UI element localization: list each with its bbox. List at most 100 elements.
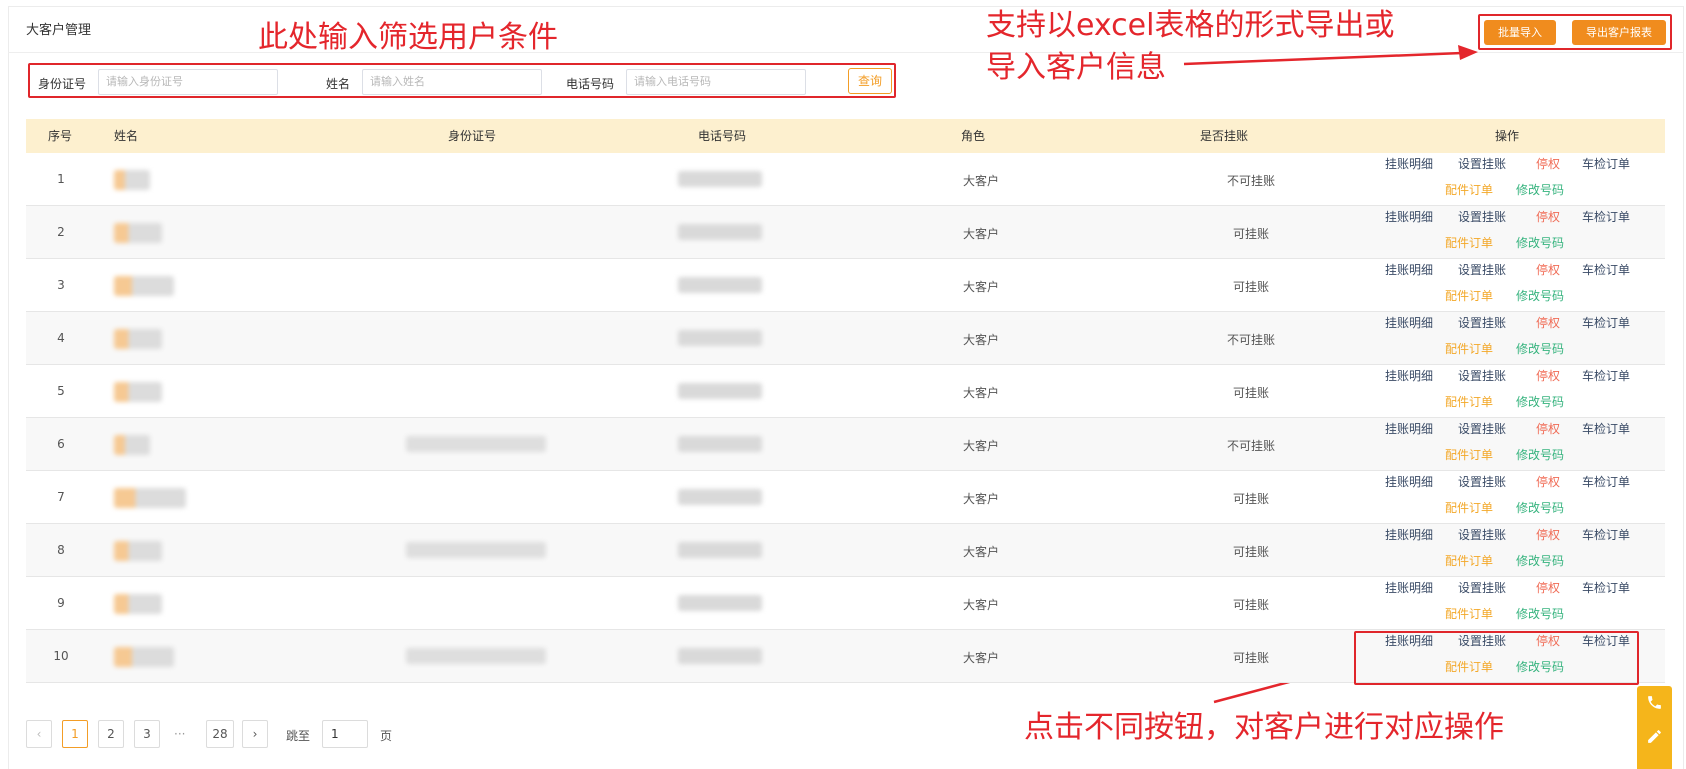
- header-credit: 是否挂账: [1200, 129, 1249, 143]
- credit-detail-link[interactable]: 挂账明细: [1385, 367, 1433, 384]
- suspend-link[interactable]: 停权: [1536, 579, 1560, 596]
- inspection-orders-link[interactable]: 车检订单: [1582, 579, 1630, 596]
- header-id-no: 身份证号: [448, 129, 497, 143]
- credit-status-cell: 可挂账: [1232, 280, 1269, 294]
- customer-name-redacted: [114, 223, 162, 243]
- export-report-button[interactable]: 导出客户报表: [1572, 20, 1666, 45]
- inspection-orders-link[interactable]: 车检订单: [1582, 473, 1630, 490]
- credit-detail-link[interactable]: 挂账明细: [1385, 261, 1433, 278]
- set-credit-link[interactable]: 设置挂账: [1458, 473, 1506, 490]
- set-credit-link[interactable]: 设置挂账: [1458, 526, 1506, 543]
- credit-status-cell: 可挂账: [1232, 545, 1269, 559]
- parts-orders-link[interactable]: 配件订单: [1445, 181, 1493, 198]
- change-phone-link[interactable]: 修改号码: [1516, 340, 1564, 357]
- inspection-orders-link[interactable]: 车检订单: [1582, 420, 1630, 437]
- filter-annotation: 此处输入筛选用户条件: [258, 20, 558, 55]
- export-annotation-line1: 支持以excel表格的形式导出或: [986, 8, 1395, 43]
- credit-detail-link[interactable]: 挂账明细: [1385, 208, 1433, 225]
- credit-detail-link[interactable]: 挂账明细: [1385, 579, 1433, 596]
- suspend-link[interactable]: 停权: [1536, 208, 1560, 225]
- phone-number-redacted: [678, 171, 762, 187]
- set-credit-link[interactable]: 设置挂账: [1458, 420, 1506, 437]
- phone-number-redacted: [678, 224, 762, 240]
- id-number-redacted: [406, 648, 546, 664]
- parts-orders-link[interactable]: 配件订单: [1445, 234, 1493, 251]
- phone-icon[interactable]: [1646, 694, 1663, 711]
- edit-icon[interactable]: [1646, 728, 1663, 745]
- credit-detail-link[interactable]: 挂账明细: [1385, 473, 1433, 490]
- parts-orders-link[interactable]: 配件订单: [1445, 552, 1493, 569]
- credit-detail-link[interactable]: 挂账明细: [1385, 314, 1433, 331]
- set-credit-link[interactable]: 设置挂账: [1458, 261, 1506, 278]
- inspection-orders-link[interactable]: 车检订单: [1582, 261, 1630, 278]
- parts-orders-link[interactable]: 配件订单: [1445, 287, 1493, 304]
- header-name: 姓名: [114, 129, 139, 143]
- credit-status-cell: 可挂账: [1232, 651, 1269, 665]
- parts-orders-link[interactable]: 配件订单: [1445, 446, 1493, 463]
- set-credit-link[interactable]: 设置挂账: [1458, 314, 1506, 331]
- change-phone-link[interactable]: 修改号码: [1516, 181, 1564, 198]
- inspection-orders-link[interactable]: 车检订单: [1582, 526, 1630, 543]
- header-phone: 电话号码: [698, 129, 747, 143]
- phone-input[interactable]: 请输入电话号码: [626, 69, 806, 95]
- credit-detail-link[interactable]: 挂账明细: [1385, 420, 1433, 437]
- suspend-link[interactable]: 停权: [1536, 526, 1560, 543]
- name-label: 姓名: [326, 77, 351, 91]
- change-phone-link[interactable]: 修改号码: [1516, 446, 1564, 463]
- inspection-orders-link[interactable]: 车检订单: [1582, 208, 1630, 225]
- inspection-orders-link[interactable]: 车检订单: [1582, 314, 1630, 331]
- suspend-link[interactable]: 停权: [1536, 420, 1560, 437]
- change-phone-link[interactable]: 修改号码: [1516, 287, 1564, 304]
- suspend-link[interactable]: 停权: [1536, 473, 1560, 490]
- customer-name-redacted: [114, 594, 162, 614]
- change-phone-link[interactable]: 修改号码: [1516, 605, 1564, 622]
- parts-orders-link[interactable]: 配件订单: [1445, 340, 1493, 357]
- page-1-button[interactable]: 1: [62, 720, 88, 748]
- customer-name-redacted: [114, 541, 162, 561]
- query-button[interactable]: 查询: [848, 68, 892, 94]
- id-number-redacted: [406, 436, 546, 452]
- credit-detail-link[interactable]: 挂账明细: [1385, 155, 1433, 172]
- table-row: 5 大客户 可挂账 挂账明细 设置挂账 停权 车检订单 配件订单 修改号码: [26, 365, 1665, 418]
- set-credit-link[interactable]: 设置挂账: [1458, 155, 1506, 172]
- header-index: 序号: [48, 129, 73, 143]
- actions-highlight-box: [1354, 631, 1639, 685]
- suspend-link[interactable]: 停权: [1536, 261, 1560, 278]
- id-input[interactable]: 请输入身份证号: [98, 69, 278, 95]
- credit-detail-link[interactable]: 挂账明细: [1385, 526, 1433, 543]
- customer-table: 序号 姓名 身份证号 电话号码 角色 是否挂账 操作 1 大客户 不可挂账 挂账…: [26, 119, 1665, 683]
- header-role: 角色: [961, 129, 986, 143]
- suspend-link[interactable]: 停权: [1536, 314, 1560, 331]
- page-3-button[interactable]: 3: [134, 720, 160, 748]
- page-28-button[interactable]: 28: [206, 720, 234, 748]
- page-2-button[interactable]: 2: [98, 720, 124, 748]
- parts-orders-link[interactable]: 配件订单: [1445, 393, 1493, 410]
- change-phone-link[interactable]: 修改号码: [1516, 234, 1564, 251]
- role-cell: 大客户: [962, 174, 999, 188]
- name-input[interactable]: 请输入姓名: [362, 69, 542, 95]
- next-page-button[interactable]: ›: [242, 720, 268, 748]
- set-credit-link[interactable]: 设置挂账: [1458, 579, 1506, 596]
- change-phone-link[interactable]: 修改号码: [1516, 552, 1564, 569]
- chevron-right-icon: ›: [252, 727, 258, 741]
- suspend-link[interactable]: 停权: [1536, 367, 1560, 384]
- suspend-link[interactable]: 停权: [1536, 155, 1560, 172]
- id-label: 身份证号: [38, 77, 87, 91]
- table-row: 3 大客户 可挂账 挂账明细 设置挂账 停权 车检订单 配件订单 修改号码: [26, 259, 1665, 312]
- phone-number-redacted: [678, 542, 762, 558]
- parts-orders-link[interactable]: 配件订单: [1445, 499, 1493, 516]
- bulk-import-button[interactable]: 批量导入: [1484, 20, 1556, 45]
- credit-status-cell: 可挂账: [1232, 598, 1269, 612]
- parts-orders-link[interactable]: 配件订单: [1445, 605, 1493, 622]
- inspection-orders-link[interactable]: 车检订单: [1582, 155, 1630, 172]
- set-credit-link[interactable]: 设置挂账: [1458, 208, 1506, 225]
- credit-status-cell: 可挂账: [1232, 492, 1269, 506]
- change-phone-link[interactable]: 修改号码: [1516, 499, 1564, 516]
- inspection-orders-link[interactable]: 车检订单: [1582, 367, 1630, 384]
- prev-page-button[interactable]: ‹: [26, 720, 52, 748]
- role-cell: 大客户: [962, 227, 999, 241]
- change-phone-link[interactable]: 修改号码: [1516, 393, 1564, 410]
- set-credit-link[interactable]: 设置挂账: [1458, 367, 1506, 384]
- customer-name-redacted: [114, 647, 174, 667]
- jump-page-input[interactable]: 1: [322, 720, 368, 748]
